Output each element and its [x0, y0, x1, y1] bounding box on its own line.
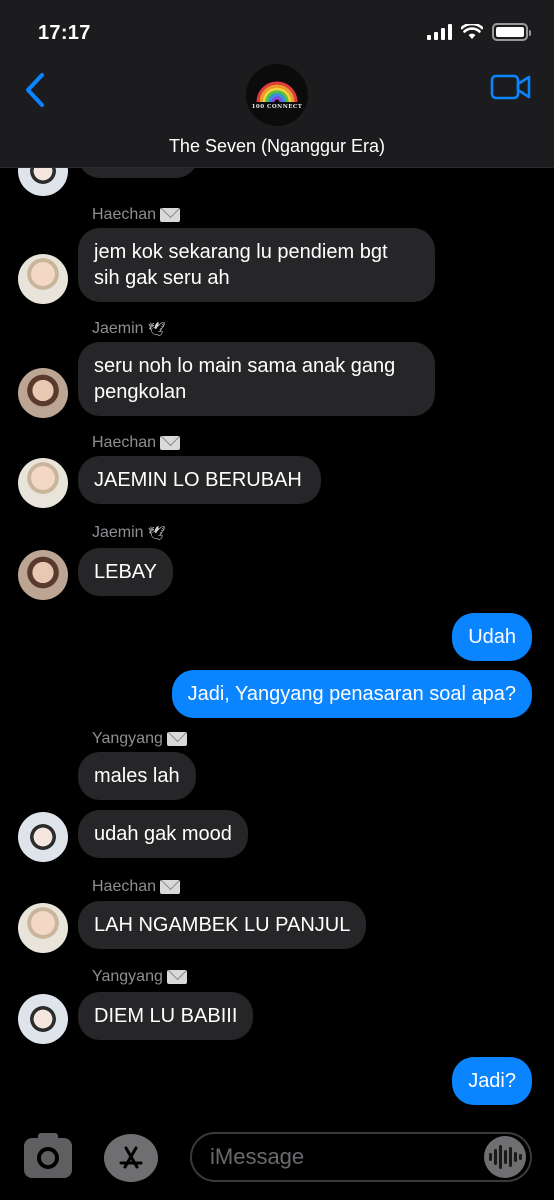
sender-name: Haechan	[92, 878, 181, 896]
message-bubble-incoming[interactable]: LEBAY	[78, 548, 173, 596]
status-time: 17:17	[38, 22, 91, 44]
message-bubble-incoming[interactable]: JAEMIN LO BERUBAH	[78, 456, 321, 504]
avatar[interactable]	[18, 550, 68, 600]
dove-icon: 🕊	[147, 524, 166, 541]
envelope-icon	[160, 436, 181, 450]
message-input[interactable]	[190, 1132, 532, 1182]
camera-button[interactable]	[24, 1133, 72, 1178]
message-bubble-outgoing[interactable]: Udah	[452, 613, 532, 661]
audio-message-button[interactable]	[484, 1136, 526, 1178]
chevron-left-icon	[26, 73, 44, 107]
message-bubble-incoming[interactable]: LAH NGAMBEK LU PANJUL	[78, 901, 367, 949]
envelope-icon	[160, 880, 181, 894]
avatar[interactable]	[18, 458, 68, 508]
sender-name: Jaemin 🕊	[92, 320, 166, 337]
message-bubble-incoming[interactable]: udah gak mood	[78, 810, 248, 858]
message-bubble-outgoing[interactable]: Jadi, Yangyang penasaran soal apa?	[171, 670, 532, 718]
envelope-icon	[160, 208, 181, 222]
battery-icon	[492, 23, 531, 41]
avatar[interactable]	[18, 994, 68, 1044]
app-store-button[interactable]	[104, 1134, 158, 1182]
envelope-icon	[166, 732, 187, 746]
video-call-button[interactable]	[490, 72, 532, 102]
avatar[interactable]	[18, 903, 68, 953]
compose-bar	[0, 1118, 554, 1200]
video-camera-icon	[490, 74, 531, 100]
sender-name: Jaemin 🕊	[92, 524, 166, 541]
sender-name: Yangyang	[92, 730, 187, 748]
cellular-signal-icon	[427, 24, 452, 40]
message-bubble-incoming[interactable]: seru noh lo main sama anak gang pengkola…	[78, 342, 435, 416]
group-avatar[interactable]: 100 CONNECT	[246, 64, 308, 126]
group-avatar-caption: 100 CONNECT	[251, 104, 303, 110]
sender-name: Yangyang	[92, 968, 187, 986]
sender-name: Haechan	[92, 206, 181, 224]
message-bubble-incoming[interactable]: DIEM LU BABIII	[78, 992, 254, 1040]
avatar[interactable]	[18, 254, 68, 304]
back-button[interactable]	[20, 70, 50, 110]
camera-icon	[38, 1133, 58, 1141]
sender-name: Haechan	[92, 434, 181, 452]
conversation-header: 17:17 100 CONNECT The Seven (Nganggur Er…	[0, 0, 554, 168]
avatar[interactable]	[18, 368, 68, 418]
message-bubble-incoming[interactable]: males lah	[78, 752, 196, 800]
wifi-icon	[461, 24, 483, 39]
rainbow-logo-icon	[256, 81, 298, 103]
message-bubble-outgoing[interactable]: Jadi?	[452, 1057, 532, 1105]
status-icons	[427, 23, 531, 41]
app-store-icon	[119, 1146, 143, 1169]
avatar[interactable]	[18, 812, 68, 862]
envelope-icon	[166, 970, 187, 984]
conversation-title[interactable]: The Seven (Nganggur Era)	[0, 136, 554, 157]
message-bubble-incoming[interactable]: jem kok sekarang lu pendiem bgt sih gak …	[78, 228, 435, 302]
message-list[interactable]: wkwkwk Haechan jem kok sekarang lu pendi…	[0, 130, 554, 1118]
dove-icon: 🕊	[147, 320, 166, 337]
